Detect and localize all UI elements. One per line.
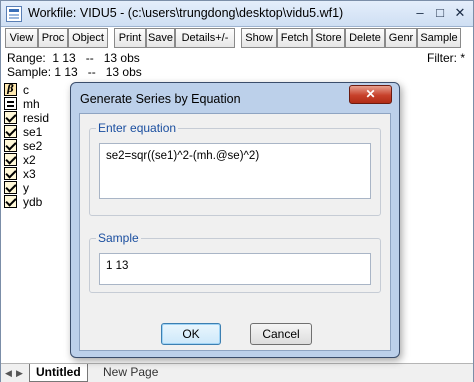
dialog-body: Enter equation se2=sqr((se1)^2-(mh.@se)^… <box>79 113 391 351</box>
sample-button[interactable]: Sample <box>417 28 461 48</box>
maximize-icon[interactable]: □ <box>431 4 449 22</box>
tab-next-icon[interactable]: ▶ <box>16 368 23 379</box>
object-button[interactable]: Object <box>68 28 108 48</box>
range-info[interactable]: Range: 1 13 -- 13 obs <box>7 51 140 65</box>
filter-info[interactable]: Filter: * <box>427 51 465 65</box>
equation-group: Enter equation se2=sqr((se1)^2-(mh.@se)^… <box>89 121 381 216</box>
sample-info[interactable]: Sample: 1 13 -- 13 obs <box>7 65 142 79</box>
sample-input[interactable]: 1 13 <box>99 253 371 285</box>
equation-legend: Enter equation <box>96 121 179 135</box>
proc-button[interactable]: Proc <box>38 28 68 48</box>
save-button[interactable]: Save <box>146 28 175 48</box>
store-button[interactable]: Store <box>312 28 345 48</box>
series-icon <box>4 125 17 138</box>
generate-series-dialog: Generate Series by Equation ✕ Enter equa… <box>70 82 400 358</box>
tab-new-page[interactable]: New Page <box>97 364 164 382</box>
series-icon <box>4 167 17 180</box>
minimize-icon[interactable]: – <box>411 4 429 22</box>
fetch-button[interactable]: Fetch <box>277 28 312 48</box>
series-icon <box>4 181 17 194</box>
tab-prev-icon[interactable]: ◀ <box>5 368 12 379</box>
equation-input[interactable]: se2=sqr((se1)^2-(mh.@se)^2) <box>99 143 371 199</box>
tab-untitled[interactable]: Untitled <box>29 364 88 382</box>
equation-icon <box>4 97 17 110</box>
ok-button[interactable]: OK <box>161 323 221 345</box>
details-button[interactable]: Details+/- <box>175 28 235 48</box>
show-button[interactable]: Show <box>241 28 277 48</box>
genr-button[interactable]: Genr <box>385 28 417 48</box>
view-button[interactable]: View <box>5 28 38 48</box>
series-icon <box>4 153 17 166</box>
dialog-title: Generate Series by Equation <box>80 92 241 106</box>
workfile-icon <box>6 6 22 22</box>
sample-group: Sample 1 13 <box>89 231 381 293</box>
coefficient-icon: β <box>4 83 17 96</box>
series-icon <box>4 139 17 152</box>
workfile-titlebar[interactable]: Workfile: VIDU5 - (c:\users\trungdong\de… <box>1 1 473 27</box>
workfile-title: Workfile: VIDU5 - (c:\users\trungdong\de… <box>28 6 344 20</box>
close-icon[interactable]: ✕ <box>451 4 469 22</box>
series-icon <box>4 111 17 124</box>
dialog-close-button[interactable]: ✕ <box>349 85 392 104</box>
print-button[interactable]: Print <box>114 28 146 48</box>
series-icon <box>4 195 17 208</box>
cancel-button[interactable]: Cancel <box>250 323 312 345</box>
page-tabs: ◀ ▶ Untitled New Page <box>1 363 473 382</box>
workfile-toolbar: View Proc Object Print Save Details+/- S… <box>3 28 473 49</box>
delete-button[interactable]: Delete <box>345 28 385 48</box>
sample-legend: Sample <box>96 231 141 245</box>
